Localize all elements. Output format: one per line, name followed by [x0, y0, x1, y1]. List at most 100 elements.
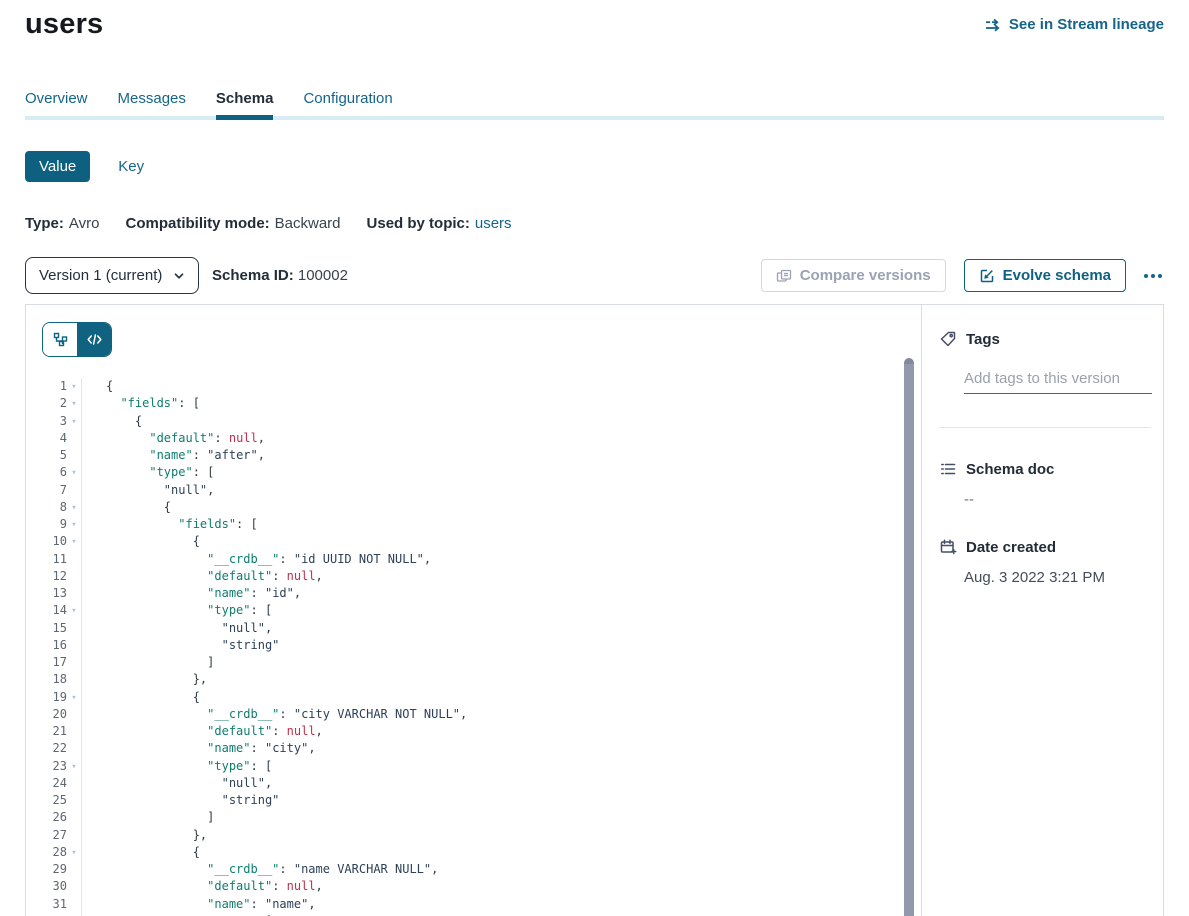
schema-code-editor[interactable]: 1▾{2▾ "fields": [3▾ {4 "default": null,5… [26, 378, 921, 916]
version-controls-row: Version 1 (current) Schema ID: 100002 [25, 257, 1164, 294]
compare-versions-button[interactable]: Compare versions [761, 259, 946, 292]
date-created-value: Aug. 3 2022 3:21 PM [964, 569, 1151, 586]
code-line: 10▾ { [26, 533, 921, 550]
tab-messages[interactable]: Messages [118, 90, 186, 107]
line-number: 10 [26, 533, 67, 550]
code-line: 16 "string" [26, 637, 921, 654]
code-line-content: { [81, 499, 921, 516]
fold-spacer [67, 775, 81, 792]
code-lines: 1▾{2▾ "fields": [3▾ {4 "default": null,5… [26, 378, 921, 916]
fold-toggle-icon[interactable]: ▾ [67, 499, 81, 516]
schema-meta-row: Type: Avro Compatibility mode: Backward … [25, 215, 1164, 232]
code-line-content: "type": [ [81, 602, 921, 619]
fold-toggle-icon[interactable]: ▾ [67, 533, 81, 550]
key-toggle-button[interactable]: Key [118, 158, 144, 175]
line-number: 31 [26, 896, 67, 913]
value-toggle-button[interactable]: Value [25, 151, 90, 182]
page-title: users [25, 8, 103, 41]
code-line: 29 "__crdb__": "name VARCHAR NULL", [26, 861, 921, 878]
code-line-content: "default": null, [81, 723, 921, 740]
code-line-content: { [81, 413, 921, 430]
fold-toggle-icon[interactable]: ▾ [67, 844, 81, 861]
stream-lineage-link[interactable]: See in Stream lineage [985, 16, 1164, 33]
line-number: 11 [26, 551, 67, 568]
code-line: 6▾ "type": [ [26, 464, 921, 481]
tab-overview[interactable]: Overview [25, 90, 88, 107]
code-line-content: { [81, 533, 921, 550]
fold-toggle-icon[interactable]: ▾ [67, 413, 81, 430]
fold-toggle-icon[interactable]: ▾ [67, 378, 81, 395]
code-line: 21 "default": null, [26, 723, 921, 740]
code-line: 31 "name": "name", [26, 896, 921, 913]
line-number: 13 [26, 585, 67, 602]
fold-spacer [67, 551, 81, 568]
line-number: 15 [26, 620, 67, 637]
schema-view-toggle [42, 322, 112, 357]
code-line: 24 "null", [26, 775, 921, 792]
schema-type: Type: Avro [25, 215, 99, 232]
line-number: 24 [26, 775, 67, 792]
tag-icon [939, 330, 957, 348]
code-line: 4 "default": null, [26, 430, 921, 447]
line-number: 4 [26, 430, 67, 447]
code-line-content: "null", [81, 620, 921, 637]
code-line-content: "null", [81, 775, 921, 792]
code-line: 7 "null", [26, 482, 921, 499]
evolve-schema-button[interactable]: Evolve schema [964, 259, 1126, 292]
code-line: 12 "default": null, [26, 568, 921, 585]
code-line: 1▾{ [26, 378, 921, 395]
tags-section-heading: Tags [939, 330, 1151, 348]
fold-toggle-icon[interactable]: ▾ [67, 689, 81, 706]
line-number: 1 [26, 378, 67, 395]
code-line: 14▾ "type": [ [26, 602, 921, 619]
fold-toggle-icon[interactable]: ▾ [67, 602, 81, 619]
fold-toggle-icon[interactable]: ▾ [67, 464, 81, 481]
code-line: 17 ] [26, 654, 921, 671]
fold-spacer [67, 827, 81, 844]
code-view-button[interactable] [77, 323, 111, 356]
fold-spacer [67, 809, 81, 826]
code-line: 27 }, [26, 827, 921, 844]
scrollbar-thumb[interactable] [904, 358, 914, 916]
add-tags-input[interactable] [964, 370, 1152, 394]
tab-configuration[interactable]: Configuration [303, 90, 392, 107]
code-scrollbar[interactable] [904, 357, 914, 916]
fold-spacer [67, 792, 81, 809]
line-number: 16 [26, 637, 67, 654]
fold-spacer [67, 740, 81, 757]
line-number: 27 [26, 827, 67, 844]
code-line: 26 ] [26, 809, 921, 826]
code-line: 5 "name": "after", [26, 447, 921, 464]
value-key-toggle: Value Key [25, 151, 1164, 182]
tree-view-button[interactable] [43, 323, 77, 356]
line-number: 21 [26, 723, 67, 740]
line-number: 18 [26, 671, 67, 688]
more-options-button[interactable] [1142, 268, 1164, 284]
fold-spacer [67, 637, 81, 654]
fold-spacer [67, 568, 81, 585]
calendar-plus-icon [939, 538, 957, 556]
schema-side-panel: Tags Schema doc -- [921, 305, 1163, 916]
code-line: 18 }, [26, 671, 921, 688]
line-number: 23 [26, 758, 67, 775]
fold-toggle-icon[interactable]: ▾ [67, 516, 81, 533]
version-select[interactable]: Version 1 (current) [25, 257, 199, 294]
tab-schema[interactable]: Schema [216, 90, 274, 107]
topic-link[interactable]: users [475, 215, 512, 232]
line-number: 9 [26, 516, 67, 533]
code-line: 13 "name": "id", [26, 585, 921, 602]
fold-toggle-icon[interactable]: ▾ [67, 395, 81, 412]
code-line: 8▾ { [26, 499, 921, 516]
used-by-topic: Used by topic: users [367, 215, 512, 232]
line-number: 22 [26, 740, 67, 757]
versions-copy-icon [776, 268, 792, 284]
code-line-content: "default": null, [81, 568, 921, 585]
code-line-content: "string" [81, 637, 921, 654]
code-line-content: "fields": [ [81, 395, 921, 412]
code-view-icon [86, 331, 103, 348]
code-line: 15 "null", [26, 620, 921, 637]
code-line-content: "name": "name", [81, 896, 921, 913]
fold-toggle-icon[interactable]: ▾ [67, 758, 81, 775]
fold-spacer [67, 671, 81, 688]
code-line-content: "string" [81, 792, 921, 809]
